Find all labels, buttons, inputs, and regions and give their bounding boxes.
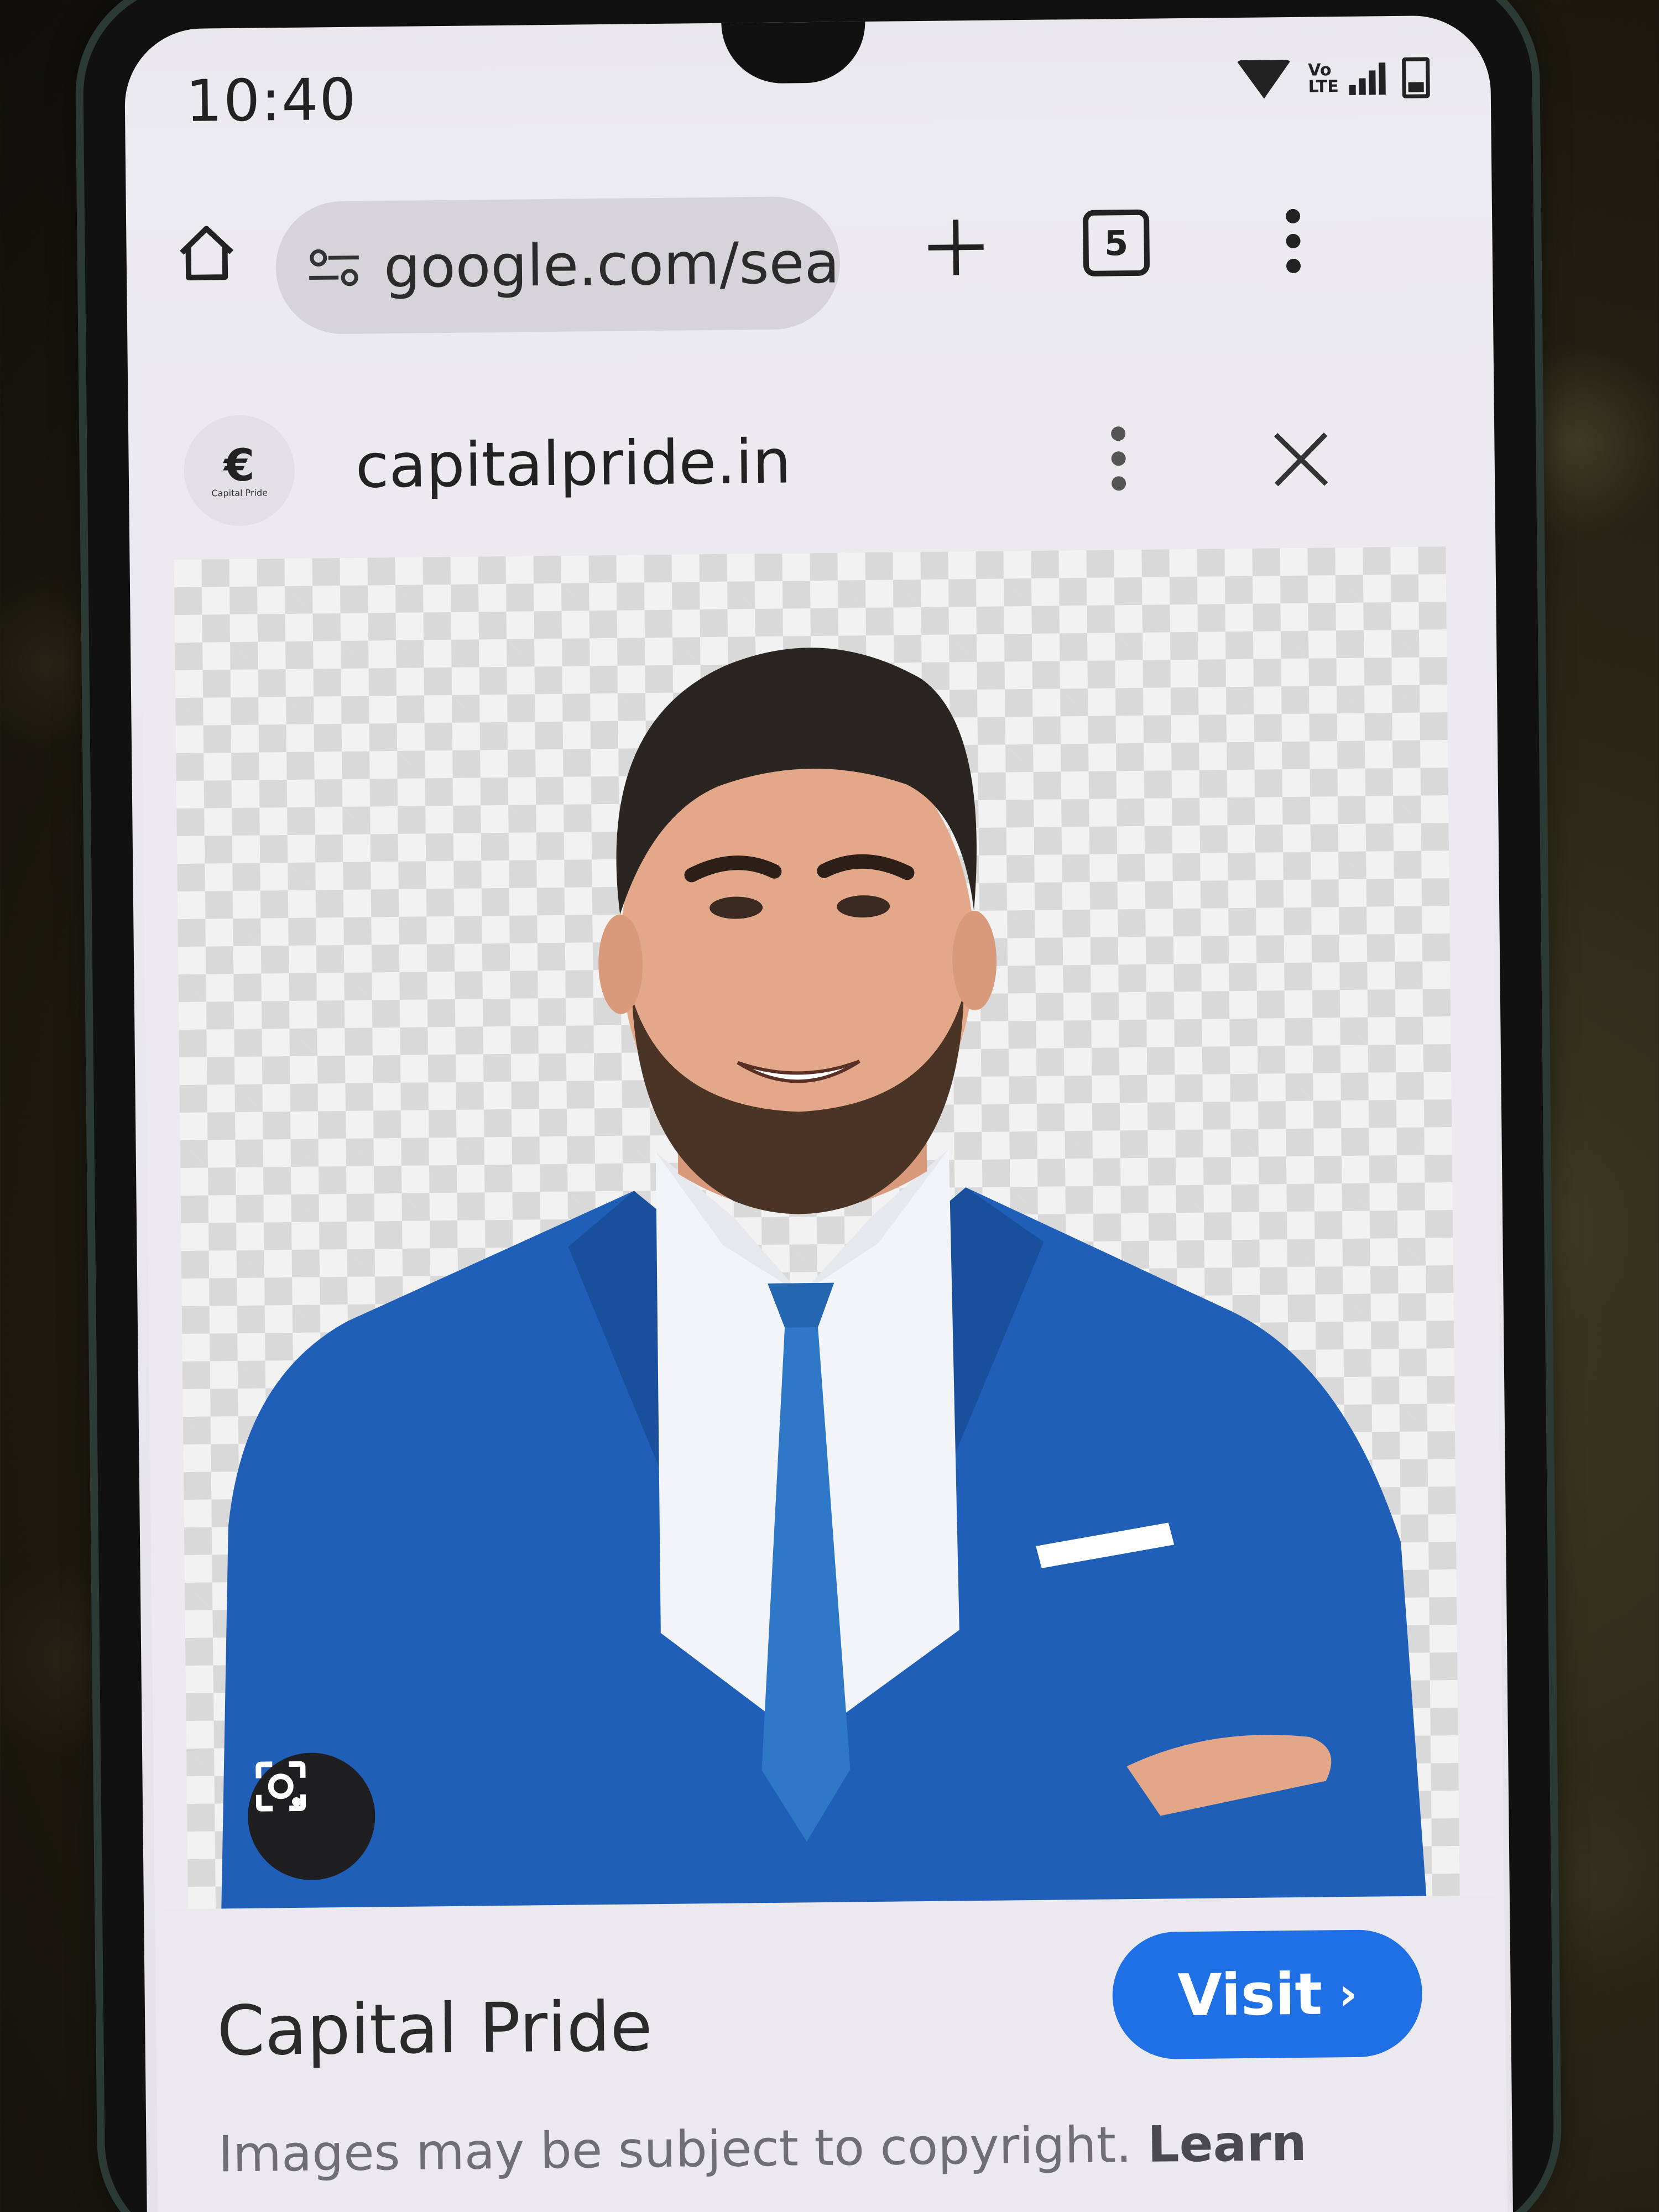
- status-bar: 10:40 Vo LTE: [124, 15, 1491, 156]
- image-source-title: Capital Pride: [216, 1987, 653, 2072]
- visit-label: Visit: [1177, 1960, 1323, 2030]
- address-bar[interactable]: google.com/sea: [275, 196, 841, 335]
- phone-device: 10:40 Vo LTE google.com/sea 5 € Capital …: [82, 0, 1555, 2212]
- image-info-card: Capital Pride Visit › Images may be subj…: [155, 1895, 1509, 2212]
- man-in-suit-illustration: [221, 648, 1427, 1914]
- new-tab-icon[interactable]: [922, 214, 989, 281]
- close-icon[interactable]: [1267, 426, 1334, 493]
- visit-button[interactable]: Visit ›: [1112, 1929, 1423, 2060]
- capital-pride-logo-icon: €: [223, 439, 255, 491]
- browser-menu-icon[interactable]: [1282, 205, 1305, 277]
- lens-icon: [255, 1761, 306, 1812]
- image-viewer-panel: € Capital Pride capitalpride.in Capital …: [138, 347, 1509, 2212]
- chevron-right-icon: ›: [1338, 1968, 1358, 2020]
- site-favicon[interactable]: € Capital Pride: [183, 414, 295, 526]
- status-time: 10:40: [185, 65, 358, 135]
- site-domain[interactable]: capitalpride.in: [355, 426, 791, 501]
- url-text: google.com/sea: [383, 228, 840, 301]
- tab-switcher-button[interactable]: 5: [1082, 209, 1150, 276]
- viewer-header: € Capital Pride capitalpride.in: [139, 347, 1490, 544]
- phone-screen: 10:40 Vo LTE google.com/sea 5 € Capital …: [124, 15, 1514, 2212]
- volte-icon: Vo LTE: [1308, 60, 1339, 97]
- lens-search-button[interactable]: [247, 1752, 376, 1881]
- copyright-text: Images may be subject to copyright.: [218, 2115, 1148, 2184]
- wifi-icon: [1236, 59, 1292, 99]
- more-options-icon[interactable]: [1107, 422, 1130, 494]
- browser-toolbar: google.com/sea 5: [126, 175, 1493, 335]
- favicon-caption: Capital Pride: [211, 487, 268, 498]
- home-icon[interactable]: [176, 222, 237, 283]
- signal-icon: [1349, 61, 1386, 95]
- status-icons: Vo LTE: [1236, 57, 1430, 100]
- site-settings-icon[interactable]: [306, 246, 362, 290]
- result-image[interactable]: [174, 546, 1460, 1915]
- battery-icon: [1402, 57, 1430, 98]
- copyright-notice: Images may be subject to copyright. Lear…: [218, 2101, 1353, 2212]
